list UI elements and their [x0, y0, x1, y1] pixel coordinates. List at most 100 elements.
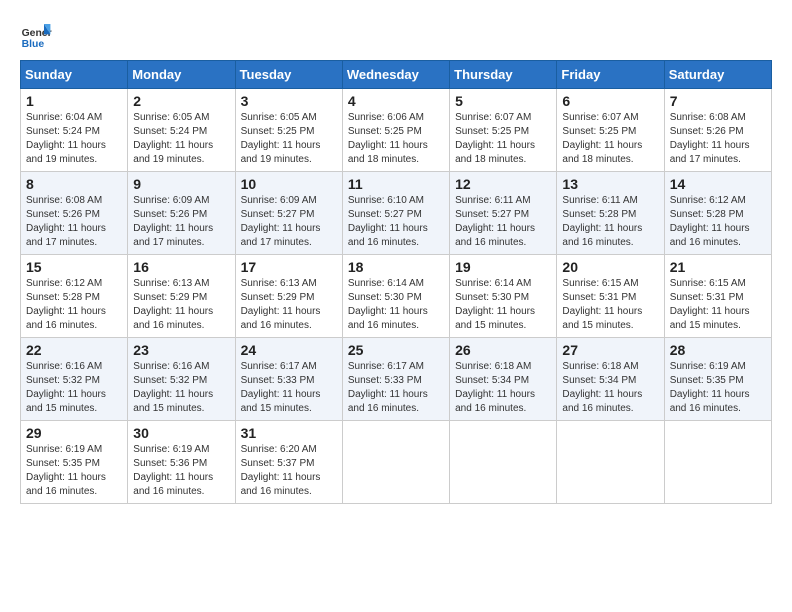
day-number: 19	[455, 259, 551, 275]
day-number: 7	[670, 93, 766, 109]
day-sunrise: Sunrise: 6:04 AM	[26, 112, 102, 123]
day-daylight: Daylight: 11 hours and 17 minutes.	[133, 223, 213, 248]
calendar-week-row: 29 Sunrise: 6:19 AM Sunset: 5:35 PM Dayl…	[21, 421, 772, 504]
logo-icon: General Blue	[20, 20, 52, 52]
calendar-cell: 6 Sunrise: 6:07 AM Sunset: 5:25 PM Dayli…	[557, 89, 664, 172]
calendar-cell: 28 Sunrise: 6:19 AM Sunset: 5:35 PM Dayl…	[664, 338, 771, 421]
calendar-cell: 26 Sunrise: 6:18 AM Sunset: 5:34 PM Dayl…	[450, 338, 557, 421]
calendar-cell	[664, 421, 771, 504]
day-sunrise: Sunrise: 6:11 AM	[562, 195, 637, 206]
day-number: 28	[670, 342, 766, 358]
day-sunset: Sunset: 5:29 PM	[241, 292, 315, 303]
day-number: 31	[241, 425, 337, 441]
calendar-cell: 18 Sunrise: 6:14 AM Sunset: 5:30 PM Dayl…	[342, 255, 449, 338]
day-daylight: Daylight: 11 hours and 15 minutes.	[562, 306, 642, 331]
calendar-week-row: 8 Sunrise: 6:08 AM Sunset: 5:26 PM Dayli…	[21, 172, 772, 255]
day-number: 4	[348, 93, 444, 109]
day-daylight: Daylight: 11 hours and 18 minutes.	[562, 140, 642, 165]
day-number: 27	[562, 342, 658, 358]
day-sunset: Sunset: 5:34 PM	[562, 375, 636, 386]
calendar-cell: 12 Sunrise: 6:11 AM Sunset: 5:27 PM Dayl…	[450, 172, 557, 255]
day-number: 26	[455, 342, 551, 358]
day-sunset: Sunset: 5:34 PM	[455, 375, 529, 386]
day-sunset: Sunset: 5:31 PM	[562, 292, 636, 303]
calendar-cell: 11 Sunrise: 6:10 AM Sunset: 5:27 PM Dayl…	[342, 172, 449, 255]
day-sunrise: Sunrise: 6:17 AM	[241, 361, 317, 372]
calendar-cell: 8 Sunrise: 6:08 AM Sunset: 5:26 PM Dayli…	[21, 172, 128, 255]
day-number: 10	[241, 176, 337, 192]
day-daylight: Daylight: 11 hours and 16 minutes.	[241, 472, 321, 497]
svg-text:Blue: Blue	[22, 39, 45, 50]
day-header: Thursday	[450, 61, 557, 89]
day-sunrise: Sunrise: 6:20 AM	[241, 444, 317, 455]
day-sunrise: Sunrise: 6:05 AM	[241, 112, 317, 123]
day-daylight: Daylight: 11 hours and 17 minutes.	[26, 223, 106, 248]
day-number: 8	[26, 176, 122, 192]
calendar-week-row: 15 Sunrise: 6:12 AM Sunset: 5:28 PM Dayl…	[21, 255, 772, 338]
day-sunset: Sunset: 5:31 PM	[670, 292, 744, 303]
day-sunset: Sunset: 5:27 PM	[241, 209, 315, 220]
day-number: 12	[455, 176, 551, 192]
day-sunrise: Sunrise: 6:19 AM	[670, 361, 746, 372]
day-sunset: Sunset: 5:26 PM	[670, 126, 744, 137]
day-daylight: Daylight: 11 hours and 16 minutes.	[133, 472, 213, 497]
day-sunset: Sunset: 5:30 PM	[348, 292, 422, 303]
day-number: 18	[348, 259, 444, 275]
day-sunrise: Sunrise: 6:12 AM	[26, 278, 102, 289]
calendar-cell: 14 Sunrise: 6:12 AM Sunset: 5:28 PM Dayl…	[664, 172, 771, 255]
day-number: 1	[26, 93, 122, 109]
calendar-cell: 10 Sunrise: 6:09 AM Sunset: 5:27 PM Dayl…	[235, 172, 342, 255]
day-sunrise: Sunrise: 6:12 AM	[670, 195, 746, 206]
day-sunrise: Sunrise: 6:06 AM	[348, 112, 424, 123]
day-daylight: Daylight: 11 hours and 18 minutes.	[455, 140, 535, 165]
day-number: 21	[670, 259, 766, 275]
day-sunrise: Sunrise: 6:16 AM	[133, 361, 209, 372]
day-daylight: Daylight: 11 hours and 19 minutes.	[26, 140, 106, 165]
calendar-cell: 24 Sunrise: 6:17 AM Sunset: 5:33 PM Dayl…	[235, 338, 342, 421]
day-header: Wednesday	[342, 61, 449, 89]
day-number: 11	[348, 176, 444, 192]
calendar-cell: 19 Sunrise: 6:14 AM Sunset: 5:30 PM Dayl…	[450, 255, 557, 338]
day-daylight: Daylight: 11 hours and 16 minutes.	[562, 223, 642, 248]
day-sunrise: Sunrise: 6:19 AM	[133, 444, 209, 455]
day-sunset: Sunset: 5:33 PM	[241, 375, 315, 386]
calendar-cell	[557, 421, 664, 504]
calendar-cell: 20 Sunrise: 6:15 AM Sunset: 5:31 PM Dayl…	[557, 255, 664, 338]
calendar-cell	[342, 421, 449, 504]
page-header: General Blue	[20, 20, 772, 52]
calendar-cell: 5 Sunrise: 6:07 AM Sunset: 5:25 PM Dayli…	[450, 89, 557, 172]
day-sunrise: Sunrise: 6:13 AM	[241, 278, 317, 289]
day-number: 29	[26, 425, 122, 441]
day-number: 9	[133, 176, 229, 192]
day-daylight: Daylight: 11 hours and 16 minutes.	[348, 223, 428, 248]
calendar-cell: 9 Sunrise: 6:09 AM Sunset: 5:26 PM Dayli…	[128, 172, 235, 255]
calendar-cell: 22 Sunrise: 6:16 AM Sunset: 5:32 PM Dayl…	[21, 338, 128, 421]
day-daylight: Daylight: 11 hours and 16 minutes.	[26, 306, 106, 331]
day-daylight: Daylight: 11 hours and 19 minutes.	[133, 140, 213, 165]
day-sunrise: Sunrise: 6:18 AM	[562, 361, 638, 372]
calendar-cell: 7 Sunrise: 6:08 AM Sunset: 5:26 PM Dayli…	[664, 89, 771, 172]
day-number: 14	[670, 176, 766, 192]
day-sunrise: Sunrise: 6:15 AM	[670, 278, 746, 289]
calendar-table: SundayMondayTuesdayWednesdayThursdayFrid…	[20, 60, 772, 504]
calendar-week-row: 22 Sunrise: 6:16 AM Sunset: 5:32 PM Dayl…	[21, 338, 772, 421]
day-sunrise: Sunrise: 6:18 AM	[455, 361, 531, 372]
day-daylight: Daylight: 11 hours and 16 minutes.	[241, 306, 321, 331]
calendar-cell: 27 Sunrise: 6:18 AM Sunset: 5:34 PM Dayl…	[557, 338, 664, 421]
calendar-cell: 30 Sunrise: 6:19 AM Sunset: 5:36 PM Dayl…	[128, 421, 235, 504]
day-sunset: Sunset: 5:26 PM	[26, 209, 100, 220]
day-daylight: Daylight: 11 hours and 18 minutes.	[348, 140, 428, 165]
day-daylight: Daylight: 11 hours and 15 minutes.	[133, 389, 213, 414]
day-sunset: Sunset: 5:29 PM	[133, 292, 207, 303]
day-sunrise: Sunrise: 6:11 AM	[455, 195, 530, 206]
day-daylight: Daylight: 11 hours and 16 minutes.	[670, 223, 750, 248]
day-daylight: Daylight: 11 hours and 16 minutes.	[133, 306, 213, 331]
day-daylight: Daylight: 11 hours and 16 minutes.	[348, 306, 428, 331]
day-daylight: Daylight: 11 hours and 16 minutes.	[562, 389, 642, 414]
calendar-cell: 3 Sunrise: 6:05 AM Sunset: 5:25 PM Dayli…	[235, 89, 342, 172]
day-sunset: Sunset: 5:25 PM	[241, 126, 315, 137]
calendar-cell: 21 Sunrise: 6:15 AM Sunset: 5:31 PM Dayl…	[664, 255, 771, 338]
day-header: Sunday	[21, 61, 128, 89]
calendar-header-row: SundayMondayTuesdayWednesdayThursdayFrid…	[21, 61, 772, 89]
day-daylight: Daylight: 11 hours and 17 minutes.	[670, 140, 750, 165]
